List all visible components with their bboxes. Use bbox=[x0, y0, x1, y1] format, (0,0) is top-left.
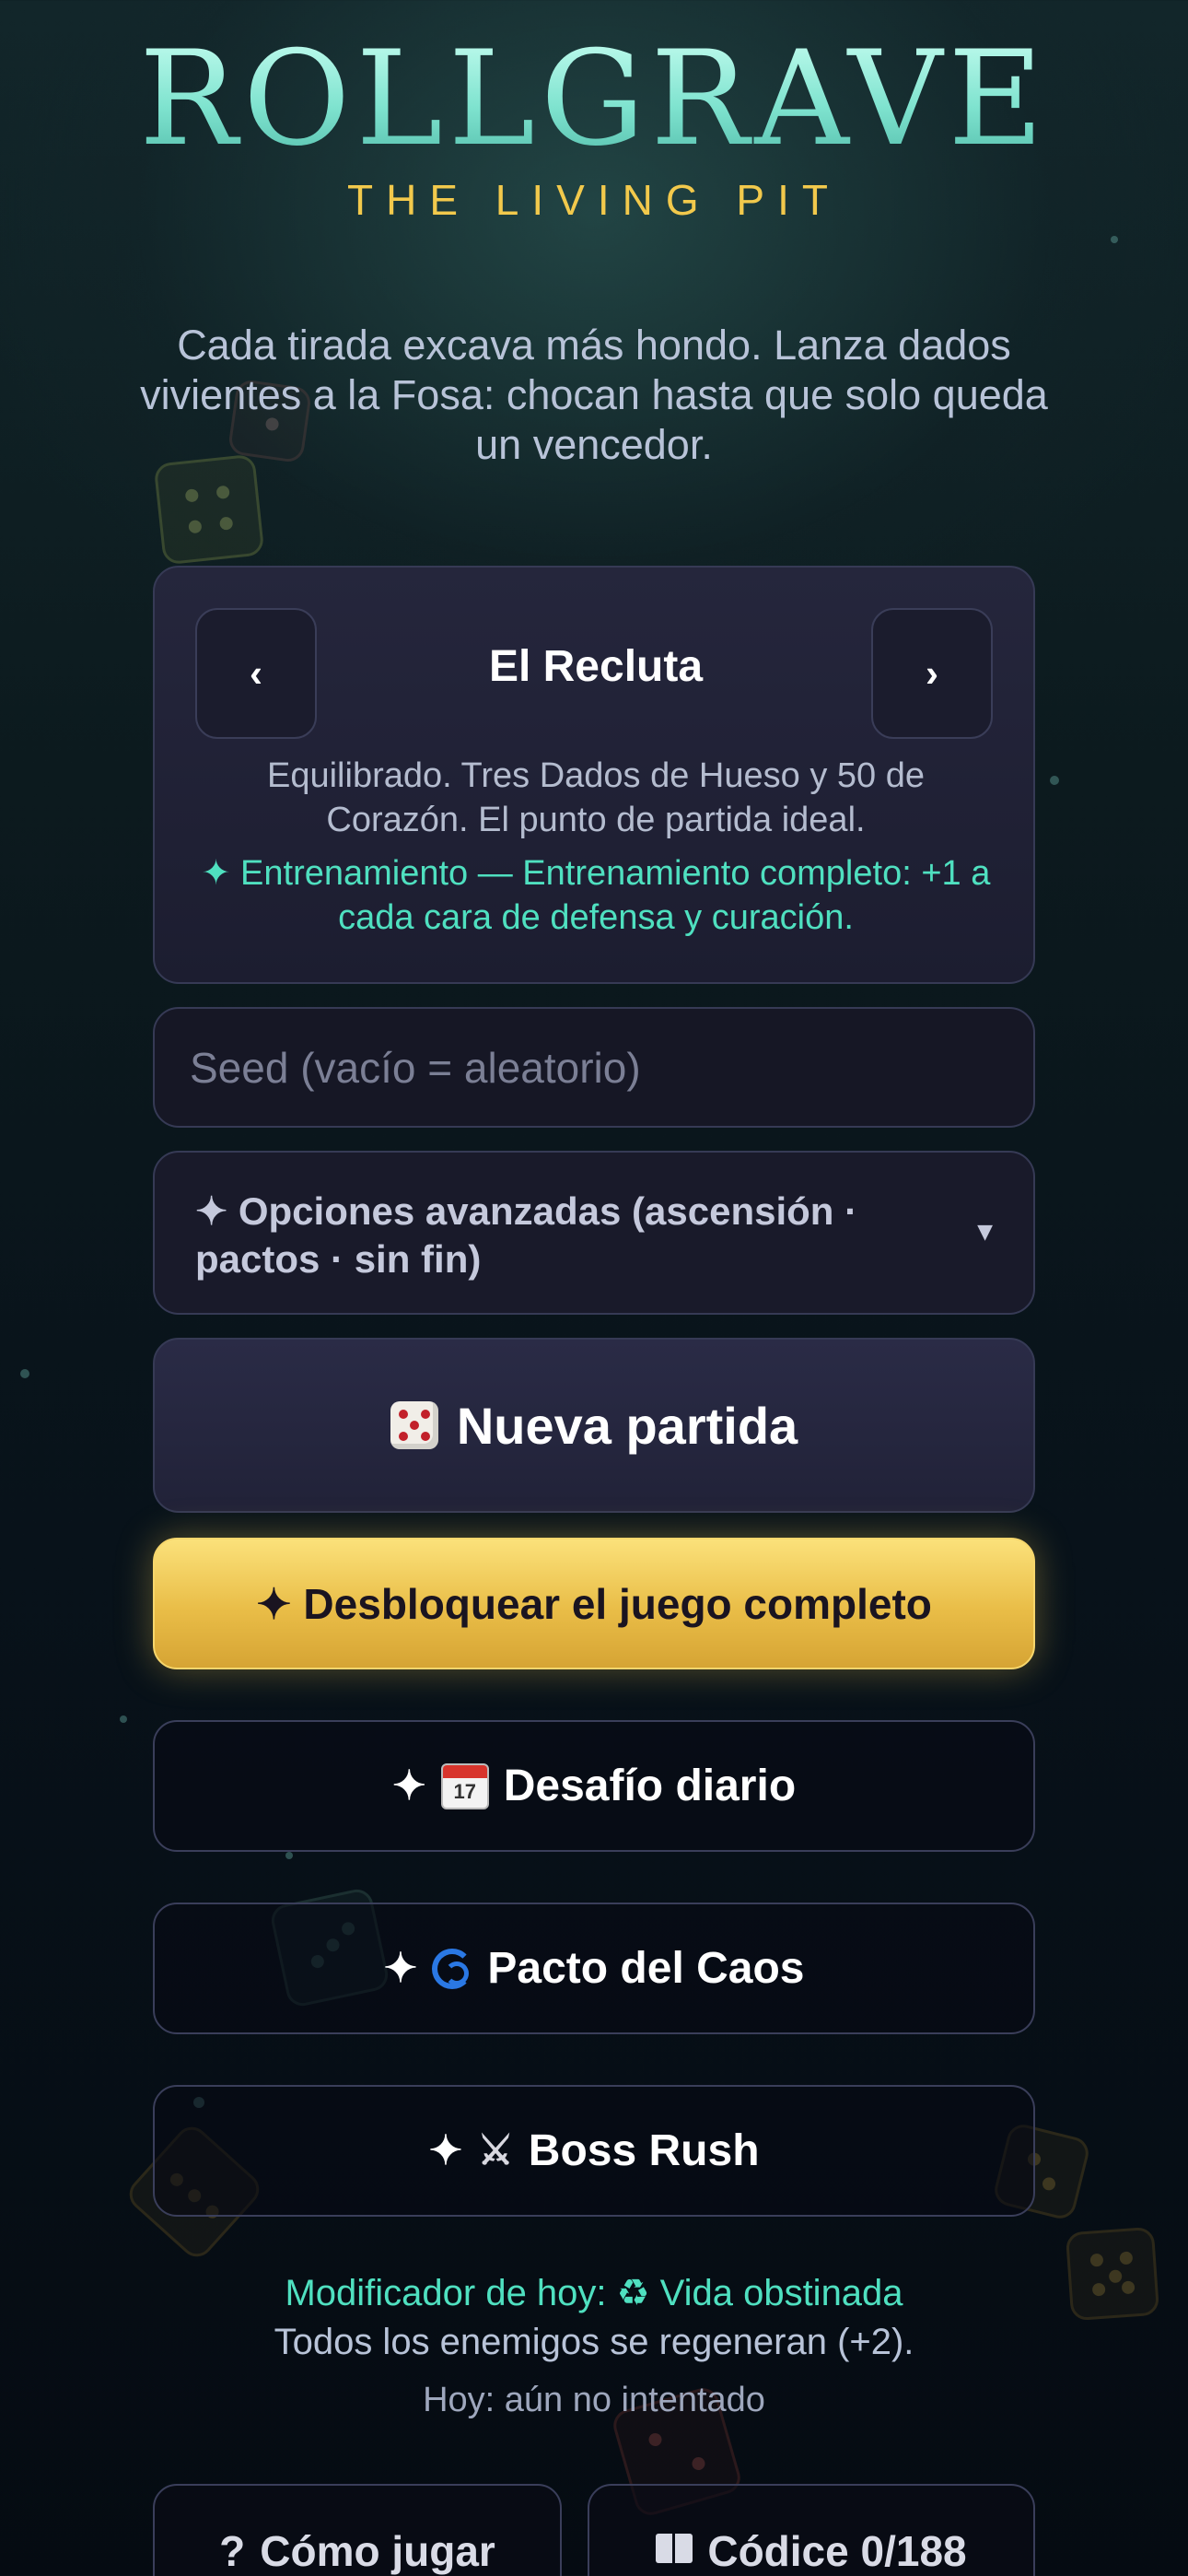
daily-status: Hoy: aún no intentado bbox=[423, 2381, 765, 2419]
new-game-label: Nueva partida bbox=[456, 1396, 798, 1455]
sparkle-icon: ✦ bbox=[428, 2128, 463, 2173]
hero-perk: ✦ Entrenamiento — Entrenamiento completo… bbox=[201, 854, 991, 937]
sparkle-icon: ✦ bbox=[391, 1763, 426, 1809]
calendar-icon: 17 bbox=[440, 1762, 489, 1809]
background-speck bbox=[1111, 236, 1118, 243]
crossed-swords-icon: ⚔ bbox=[477, 2128, 514, 2173]
game-title: ROLLGRAVE bbox=[0, 26, 1188, 173]
cyclone-icon bbox=[432, 1948, 473, 1989]
boss-rush-button[interactable]: ✦ ⚔ Boss Rush bbox=[153, 2085, 1035, 2217]
background-speck bbox=[285, 1852, 293, 1859]
game-subtitle: THE LIVING PIT bbox=[347, 176, 841, 224]
background-speck bbox=[20, 1369, 29, 1378]
background-speck bbox=[1050, 776, 1059, 785]
new-game-button[interactable]: Nueva partida bbox=[153, 1338, 1035, 1513]
seed-field bbox=[153, 1007, 1035, 1128]
unlock-label: ✦ Desbloquear el juego completo bbox=[256, 1579, 932, 1628]
previous-hero-button[interactable]: ‹ bbox=[195, 608, 317, 739]
book-icon bbox=[656, 2534, 693, 2563]
chevron-left-icon: ‹ bbox=[250, 651, 262, 695]
codex-button[interactable]: Códice 0/188 bbox=[588, 2484, 1035, 2576]
boss-rush-label: Boss Rush bbox=[528, 2126, 760, 2175]
how-to-play-button[interactable]: ? Cómo jugar bbox=[153, 2484, 562, 2576]
intro-text: Cada tirada excava más hondo. Lanza dado… bbox=[140, 322, 1048, 468]
caret-down-icon: ▼ bbox=[977, 1221, 993, 1244]
next-hero-button[interactable]: › bbox=[871, 608, 993, 739]
unlock-full-game-button[interactable]: ✦ Desbloquear el juego completo bbox=[153, 1538, 1035, 1669]
daily-modifier-description: Todos los enemigos se regeneran (+2). bbox=[274, 2322, 914, 2362]
sparkle-icon: ✦ bbox=[383, 1946, 418, 1991]
chevron-right-icon: › bbox=[926, 651, 938, 695]
chaos-pact-label: Pacto del Caos bbox=[487, 1944, 805, 1993]
advanced-options-label: ✦ Opciones avanzadas (ascensión · pactos… bbox=[195, 1189, 858, 1281]
daily-modifier-title: Modificador de hoy: ♻ Vida obstinada bbox=[285, 2273, 903, 2313]
hero-name: El Recluta bbox=[488, 642, 704, 691]
hero-selector-card: ‹ El Recluta › Equilibrado. Tres Dados d… bbox=[153, 566, 1035, 984]
die-icon bbox=[390, 1401, 438, 1449]
codex-label: Códice 0/188 bbox=[707, 2527, 967, 2575]
question-icon: ? bbox=[219, 2527, 246, 2575]
daily-challenge-button[interactable]: ✦ 17 Desafío diario bbox=[153, 1720, 1035, 1852]
background-speck bbox=[120, 1715, 127, 1723]
background-die bbox=[153, 453, 265, 566]
seed-input[interactable] bbox=[155, 1009, 1033, 1126]
chaos-pact-button[interactable]: ✦ Pacto del Caos bbox=[153, 1903, 1035, 2034]
advanced-options-toggle[interactable]: ✦ Opciones avanzadas (ascensión · pactos… bbox=[153, 1151, 1035, 1315]
how-to-play-label: Cómo jugar bbox=[260, 2527, 495, 2575]
daily-challenge-label: Desafío diario bbox=[503, 1762, 797, 1810]
hero-description: Equilibrado. Tres Dados de Hueso y 50 de… bbox=[267, 756, 925, 839]
